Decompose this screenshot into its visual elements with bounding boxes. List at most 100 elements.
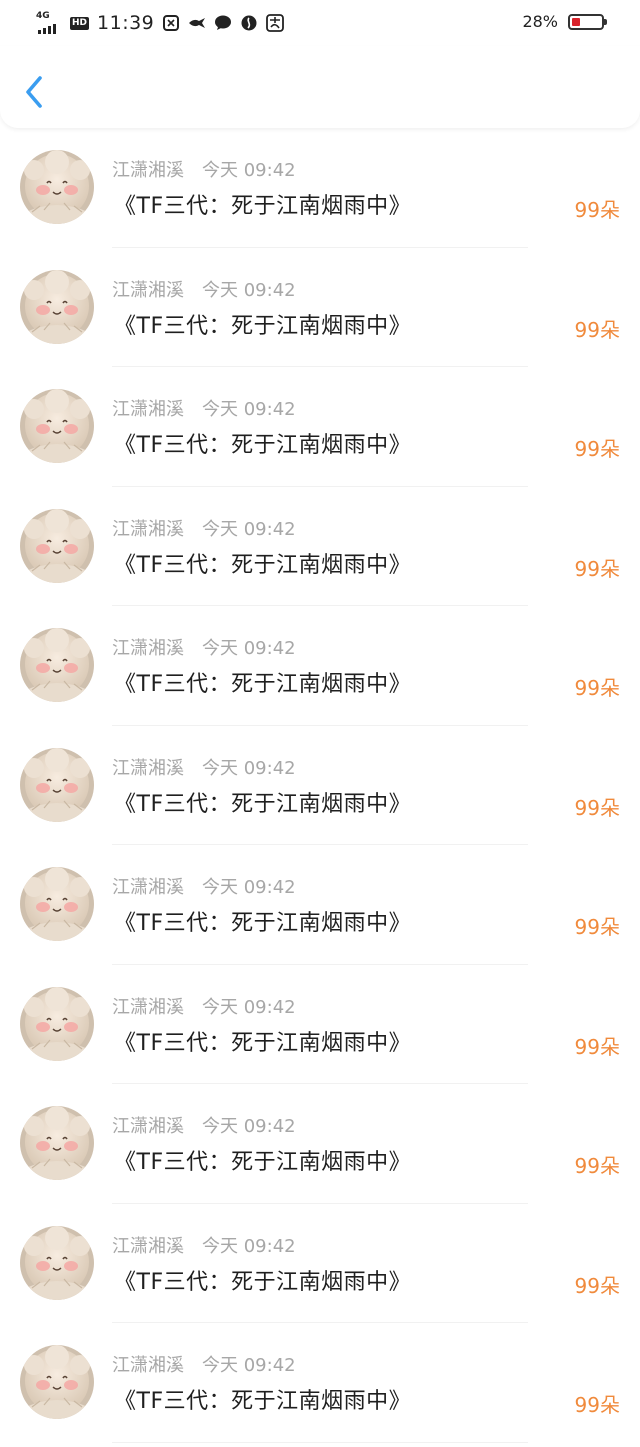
avatar[interactable] — [20, 867, 94, 941]
item-meta: 江潇湘溪 今天 09:42 — [112, 634, 296, 660]
flower-count: 99朵 — [574, 437, 620, 461]
avatar-image — [20, 986, 94, 1061]
list-item[interactable]: 江潇湘溪 今天 09:42 《TF三代：死于江南烟雨中》 99朵 — [0, 965, 640, 1084]
flower-count: 99朵 — [574, 198, 620, 222]
timestamp: 今天 09:42 — [202, 279, 296, 301]
avatar[interactable] — [20, 150, 94, 224]
avatar[interactable] — [20, 628, 94, 702]
item-meta: 江潇湘溪 今天 09:42 — [112, 993, 296, 1019]
flower-count: 99朵 — [574, 317, 620, 342]
timestamp: 今天 09:42 — [202, 638, 296, 659]
list-item[interactable]: 江潇湘溪 今天 09:42 《TF三代：死于江南烟雨中》 99朵 — [0, 726, 640, 845]
list-item[interactable]: 江潇湘溪 今天 09:42 《TF三代：死于江南烟雨中》 99朵 — [0, 1084, 640, 1204]
item-meta: 江潇湘溪 今天 09:42 — [112, 515, 296, 541]
status-time: 11:39 — [97, 12, 155, 34]
timestamp: 今天 09:42 — [202, 996, 296, 1018]
battery-level — [572, 17, 580, 26]
avatar[interactable] — [20, 1106, 94, 1180]
item-meta: 江潇湘溪 今天 09:42 — [112, 873, 296, 899]
avatar[interactable] — [20, 747, 94, 822]
sender-name: 江潇湘溪 — [112, 757, 184, 779]
list-item[interactable]: 江潇湘溪 今天 09:42 《TF三代：死于江南烟雨中》 99朵 — [0, 1323, 640, 1443]
avatar[interactable] — [20, 508, 94, 583]
browser-icon — [240, 14, 258, 32]
chevron-left-icon — [26, 76, 42, 108]
alipay-icon — [266, 14, 285, 32]
sender-name: 江潇湘溪 — [112, 877, 184, 898]
avatar[interactable] — [20, 986, 94, 1061]
avatar[interactable] — [20, 1345, 94, 1419]
book-title: 《TF三代：死于江南烟雨中》 — [114, 911, 412, 936]
divider — [112, 1441, 528, 1443]
avatar-image — [20, 1106, 94, 1180]
sender-name: 江潇湘溪 — [112, 518, 184, 540]
timestamp: 今天 09:42 — [202, 1116, 296, 1137]
flower-count: 99朵 — [574, 1273, 620, 1298]
list-item[interactable]: 江潇湘溪 今天 09:42 《TF三代：死于江南烟雨中》 99朵 — [0, 845, 640, 965]
list-item[interactable]: 江潇湘溪 今天 09:42 《TF三代：死于江南烟雨中》 99朵 — [0, 367, 640, 487]
network-type: 4G — [36, 11, 50, 21]
status-bar: 4G HD 11:39 28% — [0, 0, 640, 46]
list-item[interactable]: 江潇湘溪 今天 09:42 《TF三代：死于江南烟雨中》 99朵 — [0, 1204, 640, 1323]
avatar[interactable] — [20, 389, 94, 463]
item-meta: 江潇湘溪 今天 09:42 — [112, 1351, 296, 1377]
sender-name: 江潇湘溪 — [112, 279, 184, 301]
book-title: 《TF三代：死于江南烟雨中》 — [114, 552, 412, 578]
timestamp: 今天 09:42 — [202, 757, 296, 779]
book-title: 《TF三代：死于江南烟雨中》 — [114, 194, 412, 219]
battery-percent: 28% — [522, 12, 558, 31]
avatar-image — [20, 508, 94, 583]
cellular-signal-icon: 4G — [36, 12, 62, 34]
book-title: 《TF三代：死于江南烟雨中》 — [114, 433, 412, 458]
book-title: 《TF三代：死于江南烟雨中》 — [114, 313, 412, 339]
flower-count: 99朵 — [574, 1393, 620, 1417]
timestamp: 今天 09:42 — [202, 160, 296, 181]
flower-count: 99朵 — [574, 556, 620, 581]
sender-name: 江潇湘溪 — [112, 638, 184, 659]
timestamp: 今天 09:42 — [202, 1235, 296, 1257]
list-item[interactable]: 江潇湘溪 今天 09:42 《TF三代：死于江南烟雨中》 99朵 — [0, 248, 640, 367]
gift-record-list: 江潇湘溪 今天 09:42 《TF三代：死于江南烟雨中》 99朵 江潇湘溪 今天… — [0, 128, 640, 1443]
avatar-image — [20, 1345, 94, 1419]
timestamp: 今天 09:42 — [202, 877, 296, 898]
item-meta: 江潇湘溪 今天 09:42 — [112, 276, 296, 302]
item-meta: 江潇湘溪 今天 09:42 — [112, 1112, 296, 1138]
sender-name: 江潇湘溪 — [112, 996, 184, 1018]
list-item[interactable]: 江潇湘溪 今天 09:42 《TF三代：死于江南烟雨中》 99朵 — [0, 128, 640, 248]
hd-badge: HD — [70, 16, 90, 30]
battery-icon — [568, 13, 607, 30]
back-button[interactable] — [18, 72, 52, 112]
item-meta: 江潇湘溪 今天 09:42 — [112, 754, 296, 780]
book-title: 《TF三代：死于江南烟雨中》 — [114, 1030, 412, 1056]
book-title: 《TF三代：死于江南烟雨中》 — [114, 1150, 412, 1175]
book-title: 《TF三代：死于江南烟雨中》 — [114, 1269, 412, 1295]
bird-icon — [188, 14, 206, 32]
sender-name: 江潇湘溪 — [112, 1235, 184, 1257]
timestamp: 今天 09:42 — [202, 399, 296, 420]
avatar-image — [20, 269, 94, 344]
timestamp: 今天 09:42 — [202, 518, 296, 540]
timestamp: 今天 09:42 — [202, 1355, 296, 1376]
avatar[interactable] — [20, 269, 94, 344]
flower-count: 99朵 — [574, 1034, 620, 1059]
avatar-image — [20, 150, 94, 224]
flower-count: 99朵 — [574, 795, 620, 820]
item-meta: 江潇湘溪 今天 09:42 — [112, 156, 296, 182]
sender-name: 江潇湘溪 — [112, 399, 184, 420]
book-title: 《TF三代：死于江南烟雨中》 — [114, 791, 412, 817]
flower-count: 99朵 — [574, 676, 620, 700]
sender-name: 江潇湘溪 — [112, 1116, 184, 1137]
item-meta: 江潇湘溪 今天 09:42 — [112, 1232, 296, 1258]
list-item[interactable]: 江潇湘溪 今天 09:42 《TF三代：死于江南烟雨中》 99朵 — [0, 606, 640, 726]
chat-bubble-icon — [214, 14, 232, 32]
flower-count: 99朵 — [574, 1154, 620, 1178]
screen: 4G HD 11:39 28% 江潇湘溪 今天 09:42 《TF三代：死于江南… — [0, 0, 640, 1447]
sender-name: 江潇湘溪 — [112, 1355, 184, 1376]
nav-bar — [0, 46, 640, 128]
book-title: 《TF三代：死于江南烟雨中》 — [114, 1389, 412, 1414]
avatar-image — [20, 628, 94, 702]
avatar-image — [20, 867, 94, 941]
avatar[interactable] — [20, 1225, 94, 1300]
status-bar-left: 4G HD 11:39 — [36, 10, 285, 36]
list-item[interactable]: 江潇湘溪 今天 09:42 《TF三代：死于江南烟雨中》 99朵 — [0, 487, 640, 606]
